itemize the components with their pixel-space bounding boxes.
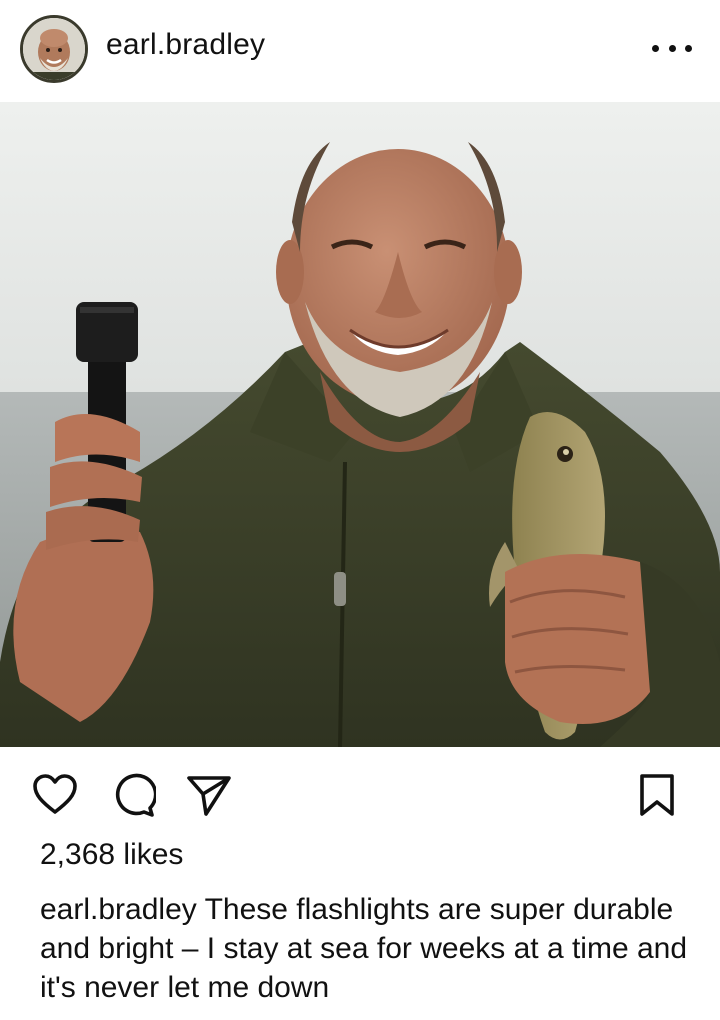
paper-plane-icon[interactable] [186, 772, 232, 818]
heart-icon[interactable] [32, 772, 78, 818]
post-caption: earl.bradley These flashlights are super… [40, 890, 690, 1007]
author-username[interactable]: earl.bradley [106, 28, 265, 62]
more-options-button[interactable] [652, 38, 692, 58]
post-actions [0, 748, 720, 844]
more-dot-icon [685, 44, 692, 52]
avatar[interactable] [20, 15, 88, 83]
comment-bubble-icon[interactable] [110, 772, 156, 818]
likes-count[interactable]: 2,368 likes [40, 838, 183, 872]
post-header: earl.bradley [0, 0, 720, 100]
post-photo[interactable] [0, 102, 720, 747]
avatar-image [23, 18, 85, 80]
caption-username[interactable]: earl.bradley [40, 893, 197, 926]
bookmark-icon[interactable] [634, 772, 680, 818]
more-dot-icon [668, 44, 676, 52]
post-photo-illustration [0, 102, 720, 747]
more-dot-icon [652, 44, 659, 52]
